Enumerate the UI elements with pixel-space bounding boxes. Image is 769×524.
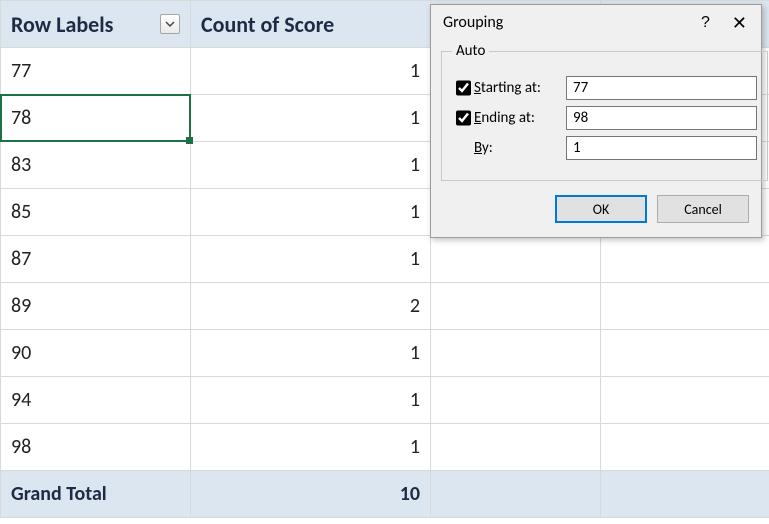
- row-label-cell[interactable]: 83: [1, 142, 191, 189]
- empty-cell[interactable]: [431, 283, 601, 330]
- empty-cell[interactable]: [431, 236, 601, 283]
- ok-button[interactable]: OK: [555, 195, 647, 223]
- row-value-cell[interactable]: 1: [191, 424, 431, 471]
- auto-legend: Auto: [452, 42, 489, 60]
- row-value-cell[interactable]: 1: [191, 95, 431, 142]
- chevron-down-icon: [165, 19, 175, 29]
- row-value-cell[interactable]: 2: [191, 283, 431, 330]
- starting-at-input[interactable]: [566, 76, 757, 100]
- empty-cell[interactable]: [431, 471, 601, 518]
- table-row: 941: [1, 377, 769, 424]
- row-label-cell[interactable]: 98: [1, 424, 191, 471]
- dialog-button-row: OK Cancel: [431, 189, 761, 237]
- grand-total-row: Grand Total10: [1, 471, 769, 518]
- by-label: By:: [474, 139, 566, 157]
- ending-at-label: Ending at:: [474, 109, 566, 127]
- table-row: 871: [1, 236, 769, 283]
- header-row-labels-text: Row Labels: [11, 11, 113, 38]
- row-label-cell[interactable]: 77: [1, 48, 191, 95]
- row-by: By:: [452, 136, 757, 160]
- empty-cell[interactable]: [601, 330, 769, 377]
- starting-at-label: Starting at:: [474, 79, 566, 97]
- row-value-cell[interactable]: 1: [191, 236, 431, 283]
- empty-cell[interactable]: [431, 377, 601, 424]
- header-count-of-score[interactable]: Count of Score: [191, 1, 431, 48]
- ending-at-input[interactable]: [566, 106, 757, 130]
- by-input[interactable]: [566, 136, 757, 160]
- row-label-cell[interactable]: 90: [1, 330, 191, 377]
- row-label-cell[interactable]: 94: [1, 377, 191, 424]
- empty-cell[interactable]: [601, 283, 769, 330]
- cancel-button[interactable]: Cancel: [657, 195, 749, 223]
- row-label-cell[interactable]: 78: [1, 95, 191, 142]
- empty-cell[interactable]: [431, 330, 601, 377]
- empty-cell[interactable]: [601, 424, 769, 471]
- starting-at-checkbox[interactable]: [456, 80, 471, 96]
- grand-total-value[interactable]: 10: [191, 471, 431, 518]
- filter-dropdown-button[interactable]: [160, 14, 180, 34]
- help-button[interactable]: ?: [701, 14, 710, 32]
- dialog-titlebar[interactable]: Grouping ? ✕: [431, 5, 761, 40]
- auto-fieldset: Auto Starting at: Ending at: By:: [441, 42, 768, 181]
- row-label-cell[interactable]: 85: [1, 189, 191, 236]
- empty-cell[interactable]: [601, 471, 769, 518]
- empty-cell[interactable]: [601, 377, 769, 424]
- grand-total-label[interactable]: Grand Total: [1, 471, 191, 518]
- row-ending-at: Ending at:: [452, 106, 757, 130]
- row-value-cell[interactable]: 1: [191, 330, 431, 377]
- grouping-dialog: Grouping ? ✕ Auto Starting at: Ending at…: [430, 4, 762, 238]
- empty-cell[interactable]: [431, 424, 601, 471]
- close-button[interactable]: ✕: [728, 14, 751, 32]
- ending-at-checkbox[interactable]: [456, 110, 471, 126]
- row-label-cell[interactable]: 89: [1, 283, 191, 330]
- row-value-cell[interactable]: 1: [191, 142, 431, 189]
- row-value-cell[interactable]: 1: [191, 48, 431, 95]
- table-row: 892: [1, 283, 769, 330]
- table-row: 901: [1, 330, 769, 377]
- header-row-labels[interactable]: Row Labels: [1, 1, 191, 48]
- row-value-cell[interactable]: 1: [191, 377, 431, 424]
- row-starting-at: Starting at:: [452, 76, 757, 100]
- row-value-cell[interactable]: 1: [191, 189, 431, 236]
- row-label-cell[interactable]: 87: [1, 236, 191, 283]
- dialog-title: Grouping: [443, 13, 503, 32]
- empty-cell[interactable]: [601, 236, 769, 283]
- table-row: 981: [1, 424, 769, 471]
